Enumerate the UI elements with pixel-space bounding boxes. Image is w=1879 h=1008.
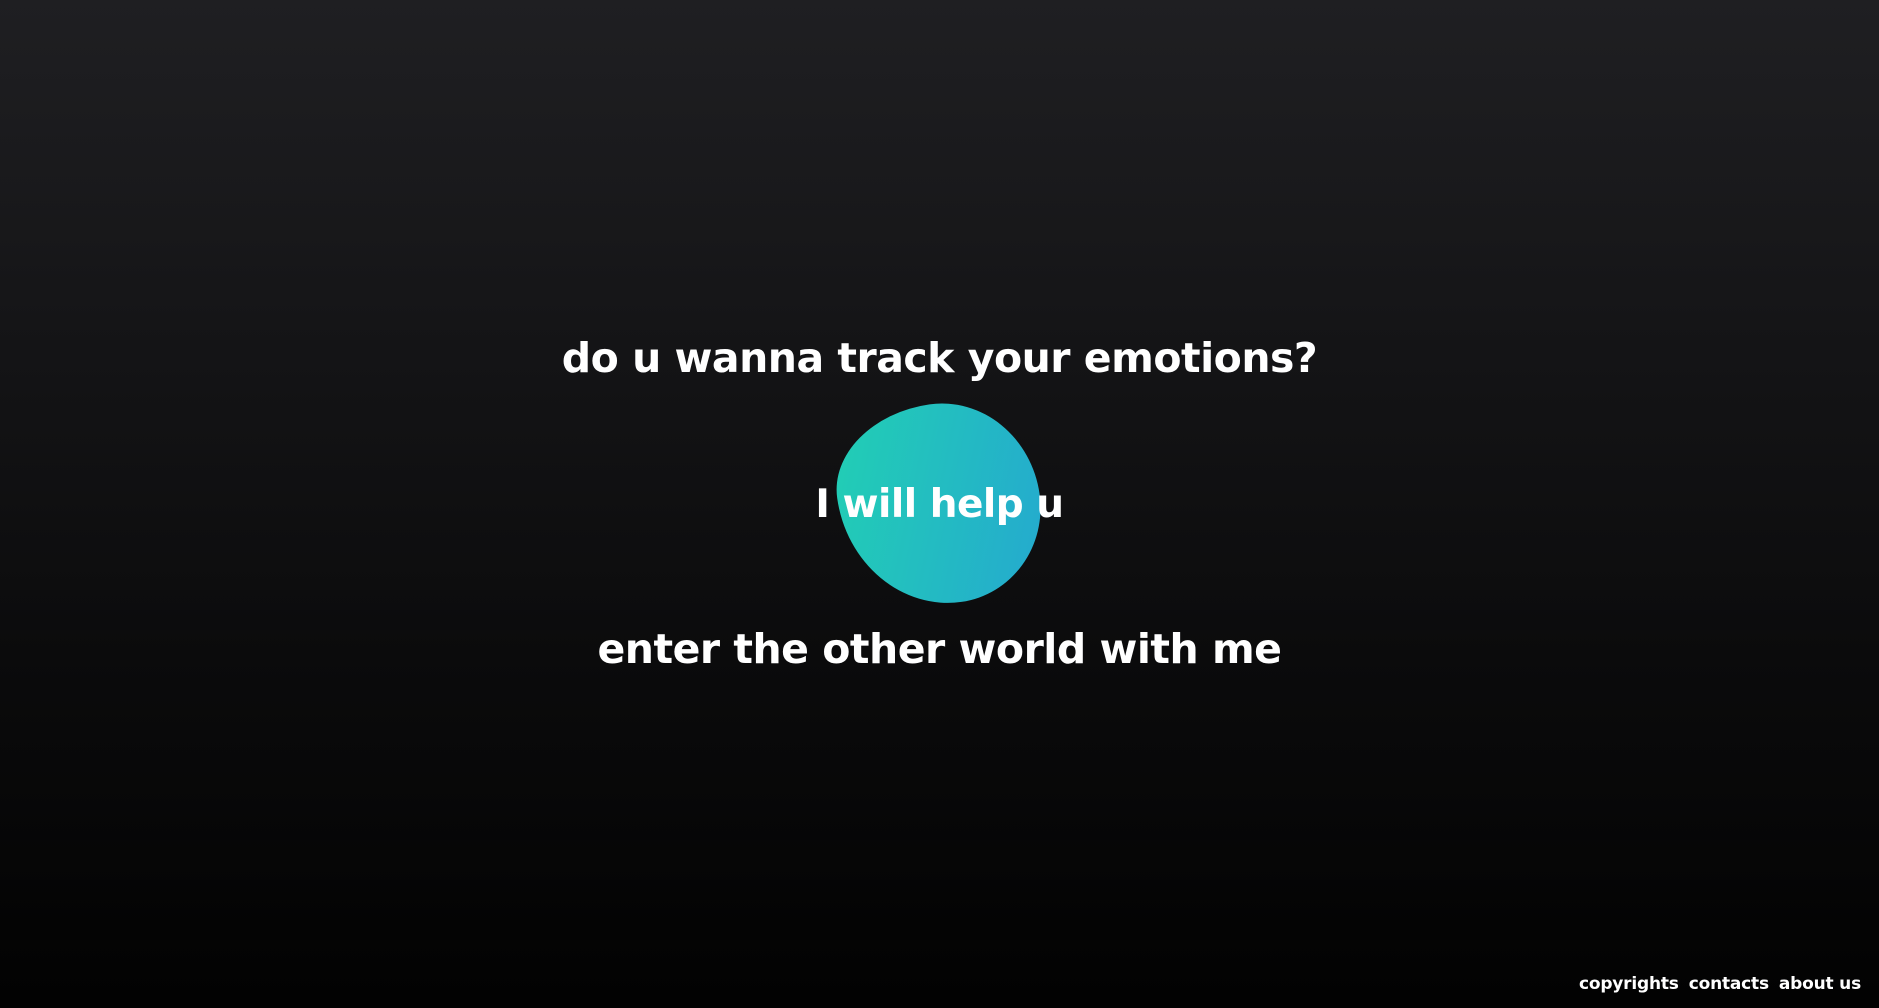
- headline-help: I will help u: [815, 482, 1064, 527]
- footer-nav: copyrights contacts about us: [1579, 974, 1861, 994]
- about-us-link[interactable]: about us: [1779, 974, 1861, 994]
- copyrights-link[interactable]: copyrights: [1579, 974, 1679, 994]
- hero-section: do u wanna track your emotions? I will h…: [0, 0, 1879, 1008]
- contacts-link[interactable]: contacts: [1689, 974, 1769, 994]
- enter-world-link[interactable]: enter the other world with me: [0, 629, 1879, 670]
- headline-question: do u wanna track your emotions?: [561, 334, 1318, 382]
